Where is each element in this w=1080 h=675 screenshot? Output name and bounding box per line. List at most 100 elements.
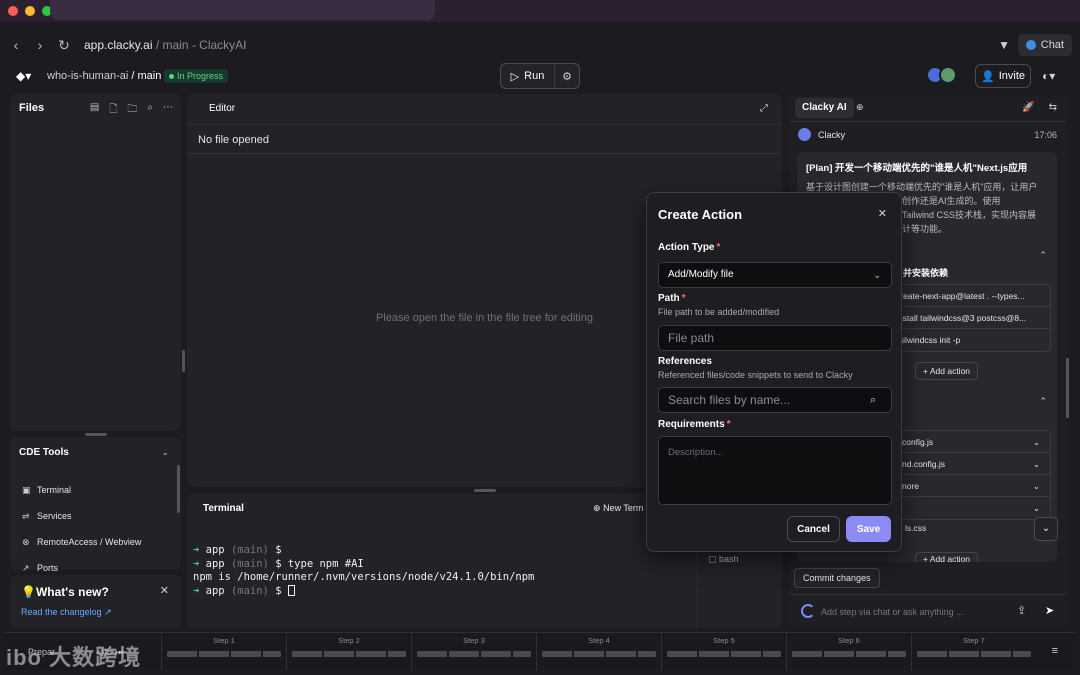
minimize-window-button[interactable] [25,6,35,16]
step-label: Step 2 [338,636,360,645]
dialog-title: Create Action [658,207,743,222]
timeline-step[interactable]: Step 4 [536,633,661,671]
sidebar-splitter[interactable] [85,433,107,436]
terminal-line: ➜ app (main) $ type npm #AI [193,558,693,572]
cde-item-label: RemoteAccess / Webview [37,537,142,547]
status-label: In Progress [177,71,224,81]
file-action-item[interactable]: ls.css [905,523,926,533]
collapse-all-icon[interactable]: ▤ [90,102,99,119]
cde-item-services[interactable]: ⇌ Services [22,503,141,529]
commit-changes-button[interactable]: Commit changes [794,568,880,588]
action-type-select[interactable]: Add/Modify file ⌄ [658,262,892,288]
whats-new-label: What's new? [35,585,109,599]
file-action-label: config.js [902,437,934,447]
chevron-up-icon[interactable]: ⌃ [1039,396,1047,407]
close-window-button[interactable] [8,6,18,16]
prompt-dir: app [205,557,225,570]
step-progress [542,651,656,657]
add-action-button[interactable]: + Add action [915,362,979,380]
horizontal-splitter[interactable] [474,489,496,492]
browser-tab-strip[interactable] [50,0,435,20]
timeline-step[interactable]: Step 6 [786,633,911,671]
timeline-step[interactable]: Step 2 [286,633,411,671]
file-action-item[interactable]: nore ⌄ [892,475,1050,497]
command-item[interactable]: tailwindcss init -p [892,329,1050,351]
chevron-up-icon[interactable]: ⌃ [1039,250,1047,261]
expand-icon[interactable]: ⤢ [760,103,768,114]
back-icon[interactable]: ‹ [4,37,28,53]
timeline-step[interactable]: Step 7 [911,633,1036,671]
chevron-double-down-icon[interactable]: ⌄ [161,447,169,458]
chat-button[interactable]: Chat [1017,34,1072,56]
action-type-label: Action Type * [658,242,720,253]
command-item[interactable]: install tailwindcss@3 postcss@8... [892,307,1050,329]
path-input[interactable] [658,325,892,351]
address-bar[interactable]: app.clacky.ai / main - ClackyAI [84,38,247,52]
terminal-output[interactable]: ➜ app (main) $ ➜ app (main) $ type npm #… [193,544,693,598]
status-dot-icon [169,73,174,79]
cde-scrollbar[interactable] [177,465,180,513]
file-action-item[interactable]: config.js ⌄ [892,431,1050,453]
extension-v-icon[interactable]: ▼ [998,38,1010,52]
prompt-cmd: $ [275,584,282,597]
step-label: Step 6 [838,636,860,645]
new-chat-icon[interactable]: ⇆ [1049,102,1057,113]
avatar[interactable] [939,66,957,84]
cancel-button[interactable]: Cancel [787,516,840,542]
invite-button[interactable]: 👤 Invite [975,64,1031,88]
prompt-arrow: ➜ [193,584,200,597]
timeline-step[interactable]: Step 1 [161,633,286,671]
collaborator-avatars[interactable] [926,66,957,84]
new-folder-icon[interactable]: 🗀 [127,102,137,119]
vertical-splitter[interactable] [182,350,185,372]
changelog-link[interactable]: Read the changelog ↗ [21,607,112,618]
search-icon[interactable]: ⌕ [147,102,153,119]
theme-toggle-icon[interactable]: ◐▾ [1042,69,1055,83]
forward-icon[interactable]: › [28,37,52,53]
terminal-session-bash[interactable]: ▢ bash [708,554,739,565]
run-button[interactable]: ▷ Run [501,64,555,88]
tab-clacky-ai[interactable]: Clacky AI [795,98,854,118]
chevron-down-icon: ⌄ [1032,481,1040,491]
timeline-step[interactable]: Step 5 [661,633,786,671]
timeline-step[interactable]: Step 3 [411,633,536,671]
add-tab-icon[interactable]: ⊕ [856,102,864,113]
watermark: ibo 大数跨境 [6,645,142,670]
browser-toolbar: ‹ › ↻ app.clacky.ai / main - ClackyAI ▼ … [4,30,1076,60]
ai-panel-scrollbar[interactable] [1066,358,1069,418]
new-file-icon[interactable]: 🗋 [109,102,117,119]
file-action-item[interactable]: ⌄ [892,497,1050,519]
requirements-textarea[interactable] [658,436,892,505]
clacky-logo-icon[interactable]: ◆▾ [16,69,31,83]
play-icon: ▷ [510,70,520,83]
upload-icon[interactable]: ⇪ [1017,604,1026,617]
new-terminal-button[interactable]: ⊕ New Term [593,503,643,514]
file-action-list: config.js ⌄ nd.config.js ⌄ nore ⌄ ⌄ [891,430,1051,520]
close-icon[interactable]: ✕ [160,584,169,597]
search-icon[interactable]: ⌕ [870,394,876,407]
editor-tab-bar: No file opened [187,124,782,154]
save-button[interactable]: Save [846,516,891,542]
cde-item-terminal[interactable]: ▣ Terminal [22,477,141,503]
more-icon[interactable]: ⋯ [163,102,173,119]
command-item[interactable]: create-next-app@latest . --types... [892,285,1050,307]
project-name[interactable]: who-is-human-ai [47,70,128,82]
message-timestamp: 17:06 [1034,130,1057,140]
close-icon[interactable]: ✕ [878,207,887,220]
cde-item-remoteaccess[interactable]: ⊗ RemoteAccess / Webview [22,529,141,555]
field-label-text: Action Type [658,242,715,253]
run-group: ▷ Run ⚙ [500,63,580,89]
rocket-icon[interactable]: 🚀 [1022,102,1034,113]
references-search-input[interactable] [658,387,892,413]
branch-name[interactable]: main [138,70,162,82]
file-action-item[interactable]: nd.config.js ⌄ [892,453,1050,475]
add-action-button[interactable]: + Add action [915,552,979,562]
send-icon[interactable]: ➤ [1045,604,1054,617]
step-label: Step 7 [963,636,985,645]
chat-input[interactable] [821,603,1011,621]
run-settings-icon[interactable]: ⚙ [555,70,579,83]
timeline-menu-icon[interactable]: ≡ [1052,645,1058,657]
step-title: 并安装依赖 [903,268,949,278]
reload-icon[interactable]: ↻ [52,37,76,54]
scroll-down-button[interactable]: ⌄ [1034,517,1058,541]
